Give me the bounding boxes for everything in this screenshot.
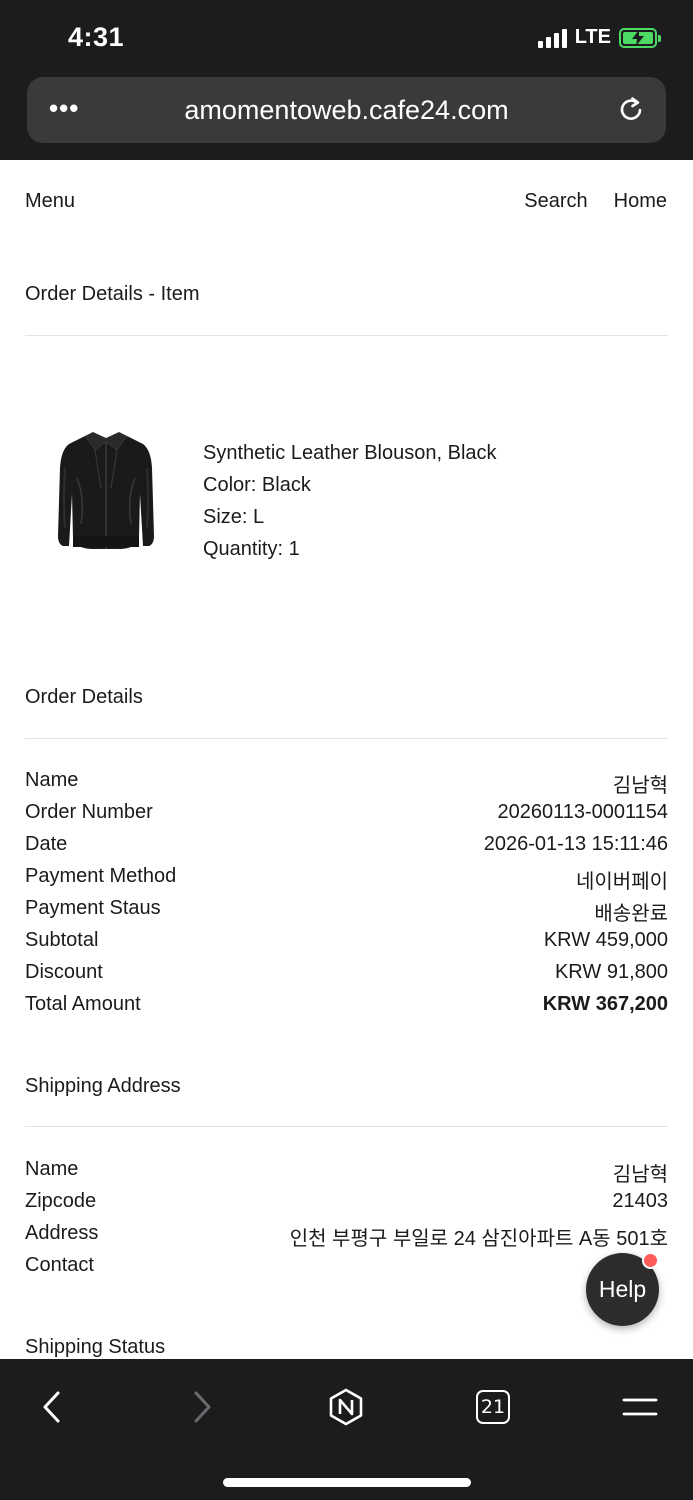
reload-icon[interactable] xyxy=(616,95,646,125)
row-label: Total Amount xyxy=(25,993,141,1015)
product-image[interactable] xyxy=(55,428,157,556)
forward-button[interactable] xyxy=(180,1385,224,1429)
shipping-row-contact: Contact xyxy=(25,1250,668,1282)
back-button[interactable] xyxy=(30,1385,74,1429)
naver-home-button[interactable] xyxy=(324,1385,368,1429)
divider xyxy=(25,738,668,739)
product-quantity: Quantity: 1 xyxy=(203,538,300,560)
product-color: Color: Black xyxy=(203,474,311,496)
order-row-payment-method: Payment Method 네이버페이 xyxy=(25,861,668,893)
row-value: 김남혁 xyxy=(612,775,668,797)
order-row-payment-status: Payment Staus 배송완료 xyxy=(25,893,668,925)
hamburger-menu-icon xyxy=(622,1398,658,1416)
row-label: Payment Staus xyxy=(25,897,161,919)
address-bar[interactable]: ••• amomentoweb.cafe24.com xyxy=(27,77,666,143)
row-value: KRW 91,800 xyxy=(554,961,668,983)
battery-charging-icon xyxy=(619,27,661,48)
status-indicators: LTE xyxy=(537,26,661,49)
menu-link[interactable]: Menu xyxy=(25,190,75,213)
signal-icon xyxy=(537,28,567,48)
order-row-name: Name 김남혁 xyxy=(25,765,668,797)
notification-badge xyxy=(642,1252,659,1269)
shipping-row-address: Address 인천 부평구 부일로 24 삼진아파트 A동 501호 xyxy=(25,1218,668,1250)
url-text[interactable]: amomentoweb.cafe24.com xyxy=(27,95,666,126)
shipping-address-title: Shipping Address xyxy=(25,1075,181,1097)
site-nav: Menu Search Home xyxy=(25,190,667,216)
row-label: Order Number xyxy=(25,801,153,823)
row-value: 2026-01-13 15:11:46 xyxy=(483,833,668,855)
row-value: 네이버페이 xyxy=(576,871,668,893)
row-value: 21403 xyxy=(612,1190,668,1212)
home-link[interactable]: Home xyxy=(614,190,667,213)
order-row-date: Date 2026-01-13 15:11:46 xyxy=(25,829,668,861)
browser-top-bar: 4:31 LTE ••• amomentoweb.cafe24.com xyxy=(0,0,693,160)
row-label: Subtotal xyxy=(25,929,99,951)
row-label: Zipcode xyxy=(25,1190,97,1212)
order-item-title: Order Details - Item xyxy=(25,283,200,305)
divider xyxy=(25,1126,668,1127)
row-value: 인천 부평구 부일로 24 삼진아파트 A동 501호 xyxy=(289,1228,668,1250)
row-value: 20260113-0001154 xyxy=(497,801,668,823)
row-label: Name xyxy=(25,1158,79,1180)
tabs-count: 21 xyxy=(476,1390,510,1424)
row-value: 배송완료 xyxy=(594,903,668,925)
row-label: Payment Method xyxy=(25,865,177,887)
row-label: Discount xyxy=(25,961,103,983)
menu-button[interactable] xyxy=(618,1385,662,1429)
divider xyxy=(25,335,668,336)
row-label: Address xyxy=(25,1222,99,1244)
total-amount-value: KRW 367,200 xyxy=(542,993,668,1015)
order-details-title: Order Details xyxy=(25,686,143,708)
row-label: Name xyxy=(25,769,79,791)
shipping-status-title: Shipping Status xyxy=(25,1336,166,1358)
product-size: Size: L xyxy=(203,506,265,528)
order-row-discount: Discount KRW 91,800 xyxy=(25,957,668,989)
order-details-table: Name 김남혁 Order Number 20260113-0001154 D… xyxy=(25,765,668,1021)
home-indicator xyxy=(223,1478,471,1487)
network-label: LTE xyxy=(574,26,611,48)
order-row-total: Total Amount KRW 367,200 xyxy=(25,989,668,1021)
shipping-address-table: Name 김남혁 Zipcode 21403 Address 인천 부평구 부일… xyxy=(25,1154,668,1282)
status-time: 4:31 xyxy=(68,22,125,52)
order-row-number: Order Number 20260113-0001154 xyxy=(25,797,668,829)
naver-n-icon xyxy=(329,1388,363,1426)
product-info: Synthetic Leather Blouson, Black Color: … xyxy=(203,437,497,565)
row-value: KRW 459,000 xyxy=(543,929,668,951)
nav-right-links: Search Home xyxy=(524,190,667,213)
row-label: Contact xyxy=(25,1254,94,1276)
shipping-row-zipcode: Zipcode 21403 xyxy=(25,1186,668,1218)
tabs-button[interactable]: 21 xyxy=(471,1385,515,1429)
shipping-row-name: Name 김남혁 xyxy=(25,1154,668,1186)
order-row-subtotal: Subtotal KRW 459,000 xyxy=(25,925,668,957)
chevron-left-icon xyxy=(43,1391,60,1423)
search-link[interactable]: Search xyxy=(524,190,587,213)
row-value: 김남혁 xyxy=(612,1164,668,1186)
chevron-right-icon xyxy=(194,1391,211,1423)
product-name[interactable]: Synthetic Leather Blouson, Black xyxy=(203,437,497,469)
row-label: Date xyxy=(25,833,68,855)
